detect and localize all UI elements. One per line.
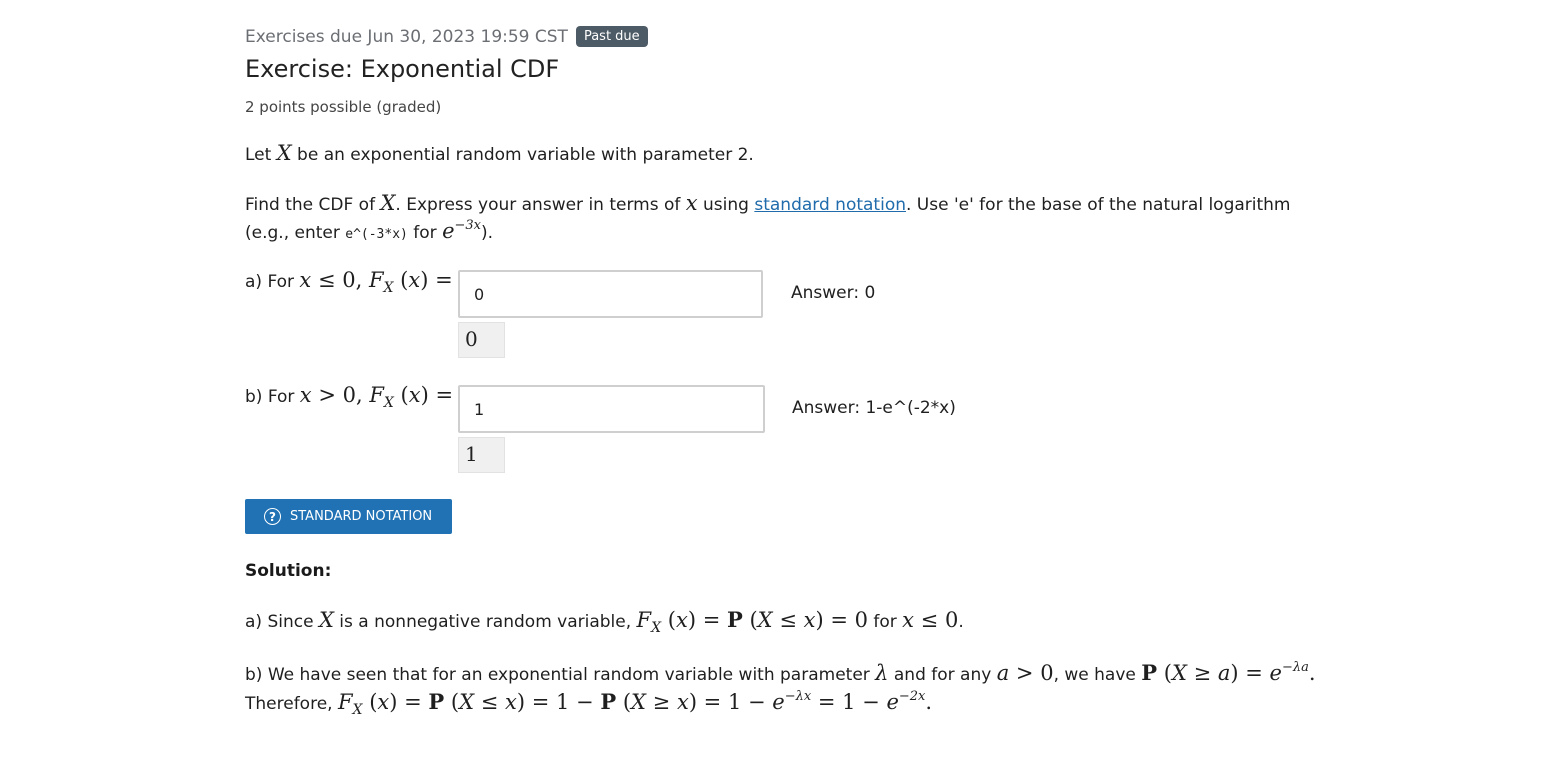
math-solution-b-cdf: FX (x) = P (X ≤ x) = 1 − P (X ≥ x) = 1 −… — [337, 689, 933, 718]
part-a-input[interactable] — [458, 270, 763, 318]
question-circle-icon: ? — [264, 508, 281, 525]
math-example-exponential: e−3x — [442, 218, 481, 243]
part-b-input[interactable] — [458, 385, 765, 433]
math-X: X — [276, 141, 292, 165]
example-code: e^(-3*x) — [345, 227, 408, 242]
math-solution-b-tail: P (X ≥ a) = e−λa. — [1141, 660, 1316, 685]
problem-intro: Let X be an exponential random variable … — [245, 141, 754, 165]
solution-part-b: b) We have seen that for an exponential … — [245, 660, 1316, 685]
points-possible: 2 points possible (graded) — [245, 98, 442, 116]
math-cdf: FX (x) = — [368, 268, 453, 296]
problem-instructions: Find the CDF of X. Express your answer i… — [245, 191, 1291, 215]
exercise-title: Exercise: Exponential CDF — [245, 55, 560, 83]
math-cdf: FX (x) = — [369, 383, 454, 411]
math-x: x — [685, 191, 698, 215]
standard-notation-button-label: STANDARD NOTATION — [290, 509, 433, 524]
math-solution-a: FX (x) = P (X ≤ x) = 0 — [636, 607, 868, 636]
part-a-label: a) For x ≤ 0, FX (x) = — [245, 268, 453, 296]
part-b-label: b) For x > 0, FX (x) = — [245, 383, 454, 411]
standard-notation-button[interactable]: ? STANDARD NOTATION — [245, 499, 452, 534]
due-text: Exercises due Jun 30, 2023 19:59 CST — [245, 27, 568, 47]
solution-part-b-conclusion: Therefore, FX (x) = P (X ≤ x) = 1 − P (X… — [245, 689, 933, 718]
past-due-badge: Past due — [575, 26, 648, 47]
solution-heading: Solution: — [245, 561, 332, 581]
due-date: Exercises due Jun 30, 2023 19:59 CST Past… — [245, 26, 648, 47]
part-b-preview: 1 — [458, 437, 505, 473]
solution-part-a: a) Since X is a nonnegative random varia… — [245, 607, 964, 636]
math-X: X — [380, 191, 396, 215]
standard-notation-link[interactable]: standard notation — [754, 195, 906, 215]
part-a-answer: Answer: 0 — [791, 283, 876, 303]
part-a-preview: 0 — [458, 322, 505, 358]
problem-example: (e.g., enter e^(-3*x) for e−3x). — [245, 218, 494, 243]
part-b-answer: Answer: 1-e^(-2*x) — [792, 398, 956, 418]
